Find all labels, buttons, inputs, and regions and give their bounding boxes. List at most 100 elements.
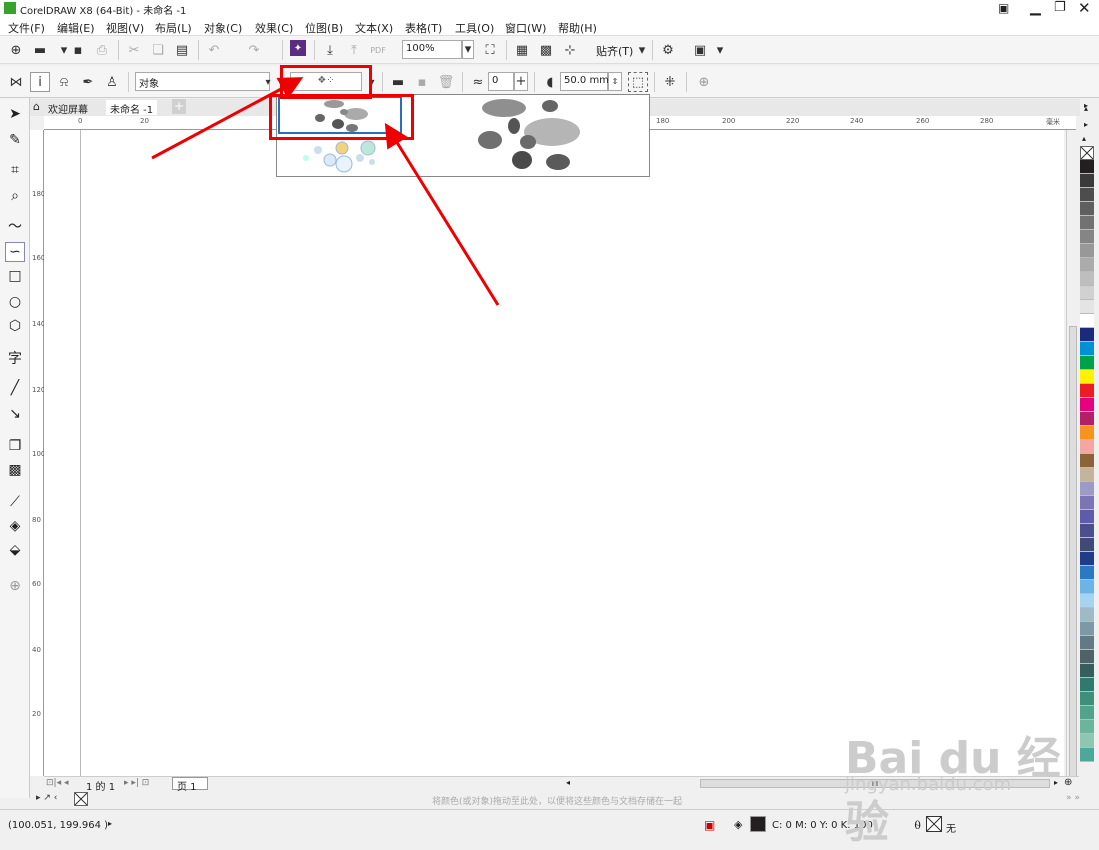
tab-welcome[interactable]: 欢迎屏幕: [44, 100, 92, 116]
close-button[interactable]: ✕: [1078, 0, 1091, 17]
undo-icon[interactable]: ↶: [204, 40, 224, 60]
calligraphic-icon[interactable]: ✒: [78, 72, 98, 92]
palette-swatch[interactable]: [1080, 538, 1094, 552]
palette-scroll-up-icon[interactable]: ▴: [1082, 134, 1086, 143]
guidelines-icon[interactable]: ⊹: [560, 40, 580, 60]
palette-expand-icon[interactable]: » »: [1066, 793, 1080, 803]
tab-document[interactable]: 未命名 -1: [106, 100, 158, 116]
palette-swatch[interactable]: [1080, 272, 1094, 286]
vertical-scrollbar[interactable]: [1066, 130, 1078, 790]
palette-swatch[interactable]: [1080, 286, 1094, 300]
page-nav-first-icon[interactable]: ⊡|◂ ◂: [46, 778, 68, 788]
menu-table[interactable]: 表格(T): [405, 20, 442, 36]
palette-swatch[interactable]: [1080, 594, 1094, 608]
zoom-tool-icon[interactable]: ⌕: [5, 186, 25, 206]
minimize-button[interactable]: ▁: [1030, 0, 1041, 16]
palette-swatch[interactable]: [1080, 258, 1094, 272]
crop-tool-icon[interactable]: ⌗: [5, 160, 25, 180]
parallel-dimension-tool-icon[interactable]: ╱: [5, 378, 25, 398]
smart-fill-tool-icon[interactable]: ⬙: [5, 540, 25, 560]
menu-layout[interactable]: 布局(L): [155, 20, 192, 36]
spray-category-select[interactable]: 对象: [135, 72, 270, 91]
palette-swatch[interactable]: [1080, 664, 1094, 678]
drawing-canvas[interactable]: [44, 130, 1064, 776]
paste-icon[interactable]: ▤: [172, 40, 192, 60]
grid-icon[interactable]: ▩: [536, 40, 556, 60]
palette-menu-icon[interactable]: ▸ ↗ ‹: [36, 793, 57, 803]
connector-tool-icon[interactable]: ↘: [5, 404, 25, 424]
import-icon[interactable]: ⤓: [320, 40, 340, 60]
interactive-fill-tool-icon[interactable]: ◈: [5, 516, 25, 536]
freehand-tool-icon[interactable]: 〜: [5, 216, 25, 236]
menu-object[interactable]: 对象(C): [204, 20, 242, 36]
new-document-icon[interactable]: ⊕: [6, 40, 26, 60]
stroke-width-icon[interactable]: ◖: [540, 72, 560, 92]
width-spinner-icon[interactable]: ⇕: [608, 72, 622, 91]
palette-swatch[interactable]: [1080, 608, 1094, 622]
palette-swatch[interactable]: [1080, 440, 1094, 454]
fill-color-swatch[interactable]: [750, 816, 766, 832]
menu-help[interactable]: 帮助(H): [558, 20, 597, 36]
snap-to-label[interactable]: 贴齐(T): [596, 43, 633, 59]
polygon-tool-icon[interactable]: ⬡: [5, 316, 25, 336]
page-nav-next-icon[interactable]: ▸ ▸| ⊡: [124, 778, 149, 788]
palette-swatch[interactable]: [1080, 174, 1094, 188]
panel-arrow-up-icon[interactable]: ▴: [1084, 104, 1088, 113]
text-tool-icon[interactable]: 字: [5, 348, 25, 368]
palette-swatch[interactable]: [1080, 188, 1094, 202]
eyedropper-tool-icon[interactable]: ⟋: [5, 492, 25, 512]
palette-swatch[interactable]: [1080, 552, 1094, 566]
options-gear-icon[interactable]: ⚙: [658, 40, 678, 60]
menu-view[interactable]: 视图(V): [106, 20, 144, 36]
palette-swatch[interactable]: [1080, 300, 1094, 314]
export-icon[interactable]: ⤒: [344, 40, 364, 60]
print-icon[interactable]: ⎙: [92, 40, 112, 60]
palette-swatch[interactable]: [1080, 622, 1094, 636]
save-icon[interactable]: ▪: [68, 40, 88, 60]
shape-tool-icon[interactable]: ✎: [5, 130, 25, 150]
menu-file[interactable]: 文件(F): [8, 20, 45, 36]
application-launcher-icon[interactable]: ▣: [690, 40, 710, 60]
add-tab-button[interactable]: +: [172, 99, 186, 114]
palette-swatch[interactable]: [1080, 370, 1094, 384]
doc-palette-no-color[interactable]: [74, 792, 88, 806]
palette-swatch[interactable]: [1080, 384, 1094, 398]
spray-order-icon[interactable]: ⁜: [660, 72, 680, 92]
pdf-icon[interactable]: PDF: [368, 40, 388, 60]
palette-swatch[interactable]: [1080, 468, 1094, 482]
zoom-dropdown-icon[interactable]: ▾: [462, 40, 474, 59]
palette-swatch[interactable]: [1080, 426, 1094, 440]
ellipse-tool-icon[interactable]: ○: [5, 292, 25, 312]
add-icon[interactable]: ⊕: [694, 72, 714, 92]
palette-swatch[interactable]: [1080, 356, 1094, 370]
smoothing-slider-icon[interactable]: +: [514, 72, 528, 91]
palette-swatch[interactable]: [1080, 482, 1094, 496]
search-content-icon[interactable]: ✦: [290, 40, 306, 56]
palette-swatch[interactable]: [1080, 160, 1094, 174]
palette-swatch[interactable]: [1080, 496, 1094, 510]
menu-edit[interactable]: 编辑(E): [57, 20, 95, 36]
open-icon[interactable]: ▬: [30, 40, 50, 60]
snap-dropdown-icon[interactable]: ▾: [632, 40, 652, 60]
palette-swatch[interactable]: [1080, 678, 1094, 692]
palette-swatch[interactable]: [1080, 412, 1094, 426]
palette-swatch[interactable]: [1080, 650, 1094, 664]
bounding-box-icon[interactable]: ⬚: [628, 72, 648, 92]
copy-icon[interactable]: ❏: [148, 40, 168, 60]
outline-color-swatch[interactable]: [926, 816, 942, 832]
restore-button[interactable]: ❐: [1054, 0, 1066, 15]
menu-text[interactable]: 文本(X): [355, 20, 393, 36]
rulers-icon[interactable]: ▦: [512, 40, 532, 60]
smoothing-field[interactable]: 0: [488, 72, 514, 91]
smoothing-icon[interactable]: ≈: [468, 72, 488, 92]
launcher-dropdown-icon[interactable]: ▾: [710, 40, 730, 60]
panel-arrow-right-icon[interactable]: ▸: [1084, 120, 1088, 129]
palette-swatch[interactable]: [1080, 244, 1094, 258]
browse-folder-icon[interactable]: ▬: [388, 72, 408, 92]
full-screen-icon[interactable]: ⛶: [480, 40, 500, 60]
artistic-media-preset-icon[interactable]: ⋈: [6, 72, 26, 92]
menu-tools[interactable]: 工具(O): [455, 20, 494, 36]
palette-swatch[interactable]: [1080, 510, 1094, 524]
palette-swatch[interactable]: [1080, 328, 1094, 342]
menu-bitmap[interactable]: 位图(B): [305, 20, 343, 36]
